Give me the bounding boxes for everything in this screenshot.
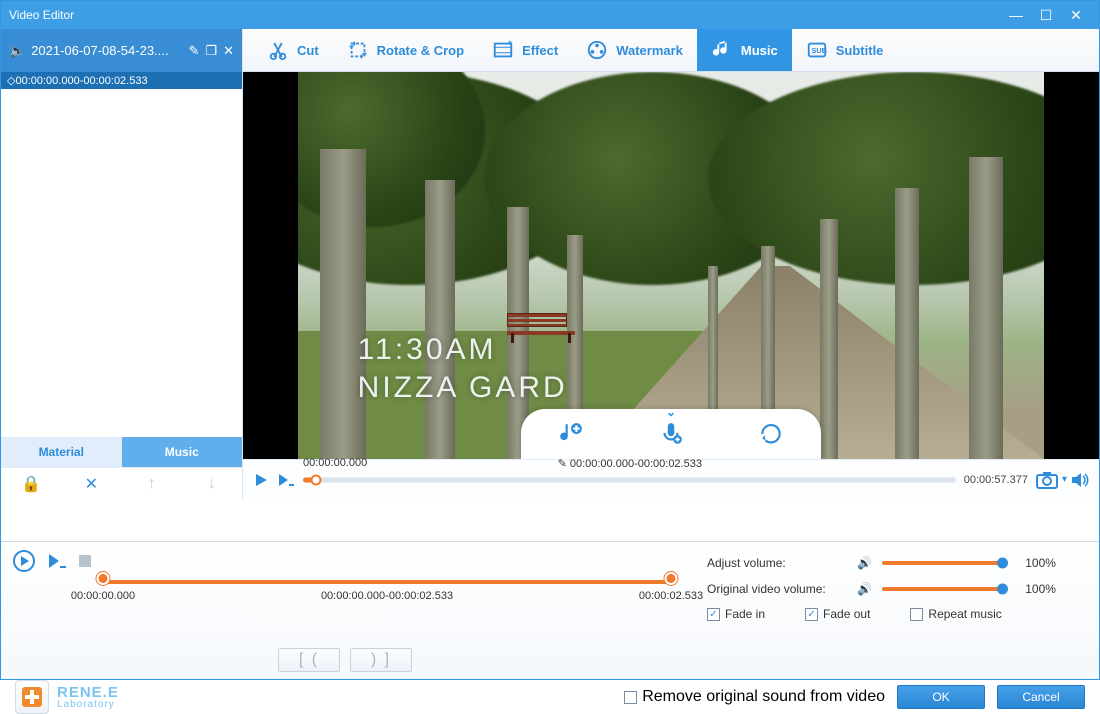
- adjust-volume-speaker-icon[interactable]: 🔊: [857, 556, 872, 570]
- original-volume-speaker-icon[interactable]: 🔊: [857, 582, 872, 596]
- timeline-mark-label: ✎ 00:00:00.000-00:00:02.533: [558, 457, 702, 470]
- tool-rotate-label: Rotate & Crop: [377, 43, 464, 58]
- snapshot-button[interactable]: [1036, 471, 1058, 489]
- add-mic-button[interactable]: [658, 421, 684, 447]
- sidebar: 🔈 2021-06-07-08-54-23.... ✎ ❐ ✕ ◇ 00:00:…: [1, 29, 243, 499]
- overlay-text: 11:30AM NIZZA GARD: [358, 333, 568, 405]
- video-frame: 11:30AM NIZZA GARD: [298, 72, 1044, 459]
- window-titlebar: Video Editor — ☐ ✕: [1, 1, 1099, 29]
- brand-logo-icon: [15, 680, 49, 714]
- loop-music-button[interactable]: [758, 421, 784, 447]
- file-close-icon[interactable]: ✕: [223, 43, 234, 59]
- adjust-volume-slider[interactable]: [882, 561, 1002, 565]
- play-button[interactable]: [253, 472, 269, 488]
- tool-rotate-crop[interactable]: Rotate & Crop: [333, 29, 478, 71]
- bracket-right-button[interactable]: ) ]: [350, 648, 412, 672]
- subtitle-icon: SUB: [806, 39, 828, 61]
- tool-watermark[interactable]: Watermark: [572, 29, 697, 71]
- edit-icon[interactable]: ✎: [189, 43, 200, 59]
- ok-button[interactable]: OK: [897, 685, 985, 709]
- move-up-icon[interactable]: ↑: [137, 475, 167, 493]
- tab-music[interactable]: Music: [122, 437, 243, 467]
- sidebar-empty: [1, 89, 242, 437]
- tool-music[interactable]: Music: [697, 29, 792, 71]
- clip-range-text: 00:00:00.000-00:00:02.533: [15, 75, 147, 87]
- adjust-volume-value: 100%: [1012, 556, 1056, 570]
- brand: RENE.E Laboratory: [15, 680, 119, 714]
- sidebar-actions: 🔒 ✕ ↑ ↓: [1, 467, 242, 499]
- toolbar: Cut Rotate & Crop Effect Watermark Music…: [243, 29, 1099, 72]
- music-icon: [711, 39, 733, 61]
- trim-label-start: 00:00:00.000: [71, 590, 135, 602]
- move-down-icon[interactable]: ↓: [197, 475, 227, 493]
- trim-label-end: 00:00:02.533: [639, 590, 703, 602]
- scissors-icon: [267, 39, 289, 61]
- film-icon: [492, 39, 514, 61]
- tool-cut-label: Cut: [297, 43, 319, 58]
- reel-icon: [586, 39, 608, 61]
- timeline-playhead[interactable]: [311, 474, 322, 485]
- music-playstep-button[interactable]: [47, 552, 67, 570]
- original-volume-slider[interactable]: [882, 587, 1002, 591]
- tool-music-label: Music: [741, 43, 778, 58]
- tool-cut[interactable]: Cut: [253, 29, 333, 71]
- overlay-place: NIZZA GARD: [358, 371, 568, 405]
- sidebar-tabs: Material Music: [1, 437, 242, 467]
- original-volume-label: Original video volume:: [707, 582, 847, 596]
- timeline-track[interactable]: 00:00:00.000 ✎ 00:00:00.000-00:00:02.533: [303, 471, 956, 489]
- add-music-button[interactable]: [558, 421, 584, 447]
- music-panel: ⌄: [521, 409, 821, 459]
- speaker-icon: 🔈: [9, 43, 25, 59]
- copy-icon[interactable]: ❐: [205, 43, 217, 59]
- remove-sound-checkbox[interactable]: Remove original sound from video: [624, 688, 885, 706]
- dropdown-caret-icon[interactable]: ▾: [1062, 474, 1067, 485]
- tool-subtitle[interactable]: SUB Subtitle: [792, 29, 898, 71]
- tool-watermark-label: Watermark: [616, 43, 683, 58]
- lock-icon[interactable]: 🔒: [16, 474, 46, 494]
- trim-label-mid: 00:00:00.000-00:00:02.533: [321, 590, 453, 602]
- delete-icon[interactable]: ✕: [76, 474, 106, 494]
- music-stop-button[interactable]: [79, 555, 91, 567]
- adjust-volume-label: Adjust volume:: [707, 556, 847, 570]
- cancel-button[interactable]: Cancel: [997, 685, 1085, 709]
- brand-name: RENE.E: [57, 685, 119, 700]
- svg-text:SUB: SUB: [811, 46, 826, 55]
- music-trim-track[interactable]: 00:00:00.000 00:00:00.000-00:00:02.533 0…: [103, 574, 671, 620]
- music-editor: 00:00:00.000 00:00:00.000-00:00:02.533 0…: [1, 542, 689, 680]
- crop-icon: [347, 39, 369, 61]
- footer: RENE.E Laboratory Remove original sound …: [1, 680, 1099, 714]
- step-button[interactable]: [277, 472, 295, 488]
- trim-handle-start[interactable]: [97, 572, 110, 585]
- brand-sub: Laboratory: [57, 700, 119, 710]
- original-volume-value: 100%: [1012, 582, 1056, 596]
- preview-timeline: 00:00:00.000 ✎ 00:00:00.000-00:00:02.533…: [243, 459, 1099, 499]
- clip-range-icon: ◇: [7, 74, 15, 87]
- bottom-panel: 00:00:00.000 00:00:00.000-00:00:02.533 0…: [1, 541, 1099, 679]
- file-header: 🔈 2021-06-07-08-54-23.... ✎ ❐ ✕: [1, 29, 242, 72]
- timeline-end-label: 00:00:57.377: [964, 474, 1028, 486]
- music-play-button[interactable]: [13, 550, 35, 572]
- close-button[interactable]: ✕: [1061, 7, 1091, 24]
- tool-effect[interactable]: Effect: [478, 29, 572, 71]
- timeline-start-label: 00:00:00.000: [303, 457, 367, 469]
- fadeout-checkbox[interactable]: ✓Fade out: [805, 607, 870, 621]
- tool-effect-label: Effect: [522, 43, 558, 58]
- window-title: Video Editor: [9, 8, 1001, 22]
- file-name: 2021-06-07-08-54-23....: [31, 43, 182, 58]
- repeat-checkbox[interactable]: Repeat music: [910, 607, 1001, 621]
- fadein-checkbox[interactable]: ✓Fade in: [707, 607, 765, 621]
- minimize-button[interactable]: —: [1001, 7, 1031, 23]
- volume-button[interactable]: [1071, 472, 1089, 488]
- panel-caret-icon[interactable]: ⌄: [666, 405, 676, 419]
- overlay-time: 11:30AM: [358, 333, 568, 367]
- tab-material[interactable]: Material: [1, 437, 122, 467]
- volume-options: Adjust volume: 🔊 100% Original video vol…: [689, 542, 1099, 680]
- tool-subtitle-label: Subtitle: [836, 43, 884, 58]
- video-preview: 11:30AM NIZZA GARD ⌄: [243, 72, 1099, 459]
- clip-range-item[interactable]: ◇ 00:00:00.000-00:00:02.533: [1, 72, 242, 89]
- bracket-left-button[interactable]: [ (: [278, 648, 340, 672]
- trim-handle-end[interactable]: [665, 572, 678, 585]
- maximize-button[interactable]: ☐: [1031, 7, 1061, 24]
